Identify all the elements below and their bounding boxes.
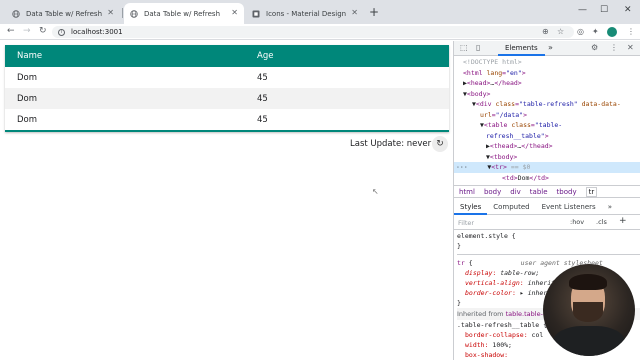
browser-toolbar: ← → ↻ i localhost:3001 ⊕ ☆ ◎ ✦ ⋮ bbox=[0, 24, 640, 40]
crumb-tr[interactable]: tr bbox=[585, 186, 598, 197]
crumb-tbody[interactable]: tbody bbox=[557, 188, 577, 196]
rule-divider bbox=[457, 254, 640, 255]
filter-placeholder: Filter bbox=[458, 218, 475, 227]
tab-computed[interactable]: Computed bbox=[487, 199, 535, 215]
crumb-html[interactable]: html bbox=[459, 188, 475, 196]
cell-age: 45 bbox=[257, 72, 268, 83]
cell-name: Dom bbox=[17, 72, 38, 83]
zoom-icon[interactable]: ⊕ bbox=[542, 27, 549, 36]
page-viewport: Name Age Dom 45 Dom 45 Dom 45 Last Updat… bbox=[0, 41, 453, 360]
dom-tree: <!DOCTYPE html> <html lang="en"> ▶<head>… bbox=[454, 57, 640, 186]
presenter-beard bbox=[573, 302, 603, 322]
refresh-icon: ↻ bbox=[436, 139, 444, 149]
globe-icon bbox=[12, 9, 20, 18]
forward-arrow-icon[interactable]: → bbox=[23, 26, 31, 37]
profile-avatar[interactable] bbox=[607, 27, 617, 37]
table-row: Dom 45 bbox=[5, 67, 449, 88]
close-tab-icon[interactable]: ✕ bbox=[351, 9, 358, 17]
mouse-cursor-icon: ↖ bbox=[372, 187, 379, 196]
rule-close: } bbox=[457, 242, 461, 250]
cls-toggle[interactable]: .cls bbox=[596, 218, 607, 226]
tab-event-listeners[interactable]: Event Listeners bbox=[536, 199, 602, 215]
tab-data-table-1[interactable]: Data Table w/ Refresh ✕ bbox=[6, 3, 120, 24]
close-window-icon[interactable]: ✕ bbox=[624, 5, 632, 15]
puzzle-icon[interactable]: ✦ bbox=[592, 27, 599, 36]
tab-data-table-2[interactable]: Data Table w/ Refresh ✕ bbox=[124, 3, 244, 24]
table-header: Name Age bbox=[5, 45, 449, 67]
rule-element-style[interactable]: element.style { bbox=[457, 231, 640, 241]
webcam-overlay bbox=[543, 264, 635, 356]
table-row: Dom 45 bbox=[5, 88, 449, 109]
tab-strip: Data Table w/ Refresh ✕ Data Table w/ Re… bbox=[0, 0, 640, 24]
maximize-icon[interactable]: ☐ bbox=[600, 5, 608, 15]
add-style-rule-icon[interactable]: + bbox=[619, 216, 627, 226]
presenter-body bbox=[553, 326, 625, 356]
settings-gear-icon[interactable]: ⚙ bbox=[591, 44, 598, 52]
inspect-element-icon[interactable]: ⬚ bbox=[460, 44, 468, 52]
minimize-icon[interactable]: — bbox=[578, 5, 587, 15]
dom-node-table-cont: refresh__table"> bbox=[486, 131, 549, 140]
material-design-icon bbox=[252, 10, 260, 18]
reload-icon[interactable]: ↻ bbox=[39, 26, 47, 37]
tab-more[interactable]: » bbox=[602, 199, 618, 215]
dom-node-table[interactable]: ▼<table class="table- bbox=[454, 120, 640, 131]
bookmark-star-icon[interactable]: ☆ bbox=[557, 27, 564, 36]
breadcrumb: html body div table tbody tr bbox=[454, 185, 640, 198]
styles-filter-input[interactable]: Filter :hov .cls + bbox=[454, 216, 640, 230]
close-tab-icon[interactable]: ✕ bbox=[107, 9, 114, 17]
menu-dots-icon[interactable]: ⋮ bbox=[627, 27, 635, 36]
tab-divider bbox=[122, 8, 123, 18]
dom-node-td[interactable]: <td>Dom</td> bbox=[454, 173, 640, 184]
device-toolbar-icon[interactable]: ▯ bbox=[476, 44, 480, 52]
crumb-div[interactable]: div bbox=[510, 188, 521, 196]
table-row: Dom 45 bbox=[5, 109, 449, 130]
presenter-hair bbox=[569, 274, 607, 290]
cell-name: Dom bbox=[17, 93, 38, 104]
tab-title: Data Table w/ Refresh bbox=[26, 9, 103, 18]
crumb-body[interactable]: body bbox=[484, 188, 501, 196]
tab-elements[interactable]: Elements bbox=[498, 41, 545, 56]
dom-node-head[interactable]: ▶<head>…</head> bbox=[454, 78, 640, 89]
dom-node-div[interactable]: ▼<div class="table-refresh" data-data- bbox=[454, 99, 640, 110]
dom-node-thead[interactable]: ▶<thead>…</thead> bbox=[454, 141, 640, 152]
cell-name: Dom bbox=[17, 114, 38, 125]
crumb-table[interactable]: table bbox=[530, 188, 548, 196]
dom-node-tr-selected[interactable]: ··· ▼<tr> == $0 bbox=[454, 162, 640, 173]
tab-icons-material[interactable]: Icons - Material Design ✕ bbox=[246, 3, 364, 24]
cell-age: 45 bbox=[257, 114, 268, 125]
rule-tr[interactable]: tr {user agent stylesheet bbox=[457, 258, 640, 268]
devtools-tabbar: ⬚ ▯ Elements » ⚙ ⋮ ✕ bbox=[454, 41, 640, 56]
more-tabs-icon[interactable]: » bbox=[548, 44, 553, 52]
close-devtools-icon[interactable]: ✕ bbox=[627, 44, 634, 52]
inherited-label: Inherited from bbox=[457, 310, 504, 318]
header-name: Name bbox=[17, 51, 43, 61]
last-update-text: Last Update: never bbox=[350, 139, 432, 149]
browser-window: Data Table w/ Refresh ✕ Data Table w/ Re… bbox=[0, 0, 640, 360]
header-age: Age bbox=[257, 51, 274, 61]
back-arrow-icon[interactable]: ← bbox=[7, 26, 15, 37]
tab-title: Data Table w/ Refresh bbox=[144, 9, 221, 18]
close-tab-icon[interactable]: ✕ bbox=[231, 9, 238, 17]
dom-node-div-cont: url="/data"> bbox=[480, 110, 527, 119]
info-icon[interactable]: i bbox=[58, 28, 65, 36]
extension-icon[interactable]: ◎ bbox=[577, 27, 584, 36]
tab-title: Icons - Material Design bbox=[266, 9, 347, 18]
cell-age: 45 bbox=[257, 93, 268, 104]
globe-icon bbox=[130, 9, 138, 18]
address-bar[interactable]: i localhost:3001 bbox=[52, 26, 574, 38]
table-bottom-border bbox=[5, 130, 449, 132]
styles-subtabs: Styles Computed Event Listeners » bbox=[454, 199, 640, 215]
dom-node-body[interactable]: ▼<body> bbox=[454, 89, 640, 100]
new-tab-icon[interactable]: + bbox=[369, 6, 379, 18]
url-text: localhost:3001 bbox=[71, 28, 123, 36]
refresh-button[interactable]: ↻ bbox=[432, 136, 448, 152]
dom-node-doctype[interactable]: <!DOCTYPE html> bbox=[454, 57, 640, 68]
hov-toggle[interactable]: :hov bbox=[570, 218, 584, 226]
tab-styles[interactable]: Styles bbox=[454, 199, 488, 215]
data-table: Name Age Dom 45 Dom 45 Dom 45 bbox=[5, 45, 449, 132]
selected-marker: == $0 bbox=[510, 163, 531, 171]
more-options-icon[interactable]: ⋮ bbox=[610, 44, 618, 52]
dom-node-tbody[interactable]: ▼<tbody> bbox=[454, 152, 640, 163]
dom-node-html[interactable]: <html lang="en"> bbox=[454, 68, 640, 79]
